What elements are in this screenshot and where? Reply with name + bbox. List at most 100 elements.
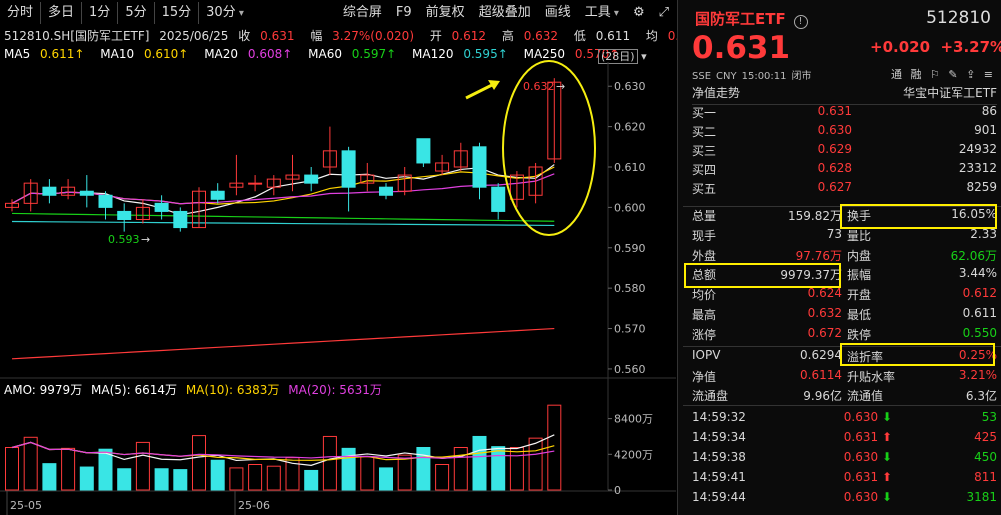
stat-value: 3.44% (958, 266, 997, 281)
arrow-down-icon: ⬇ (881, 490, 892, 504)
highlight-total-amount (684, 263, 841, 288)
y-tick-label: 0.570 (614, 323, 646, 336)
vol-tick-label: 4200万 (614, 448, 653, 461)
stat-row: 最高 0.632 最低 0.611 (692, 306, 997, 325)
volume-bar (117, 468, 132, 491)
chart-panel: 分时 多日 1分 5分 15分 30分 综合屏 F9 前复权 超级叠加 画线 工… (0, 0, 694, 515)
bid-row[interactable]: 买三 0.629 24932 (692, 142, 997, 161)
bid-row[interactable]: 买一 0.631 86 (692, 104, 997, 123)
tong-button[interactable]: 通 (891, 68, 902, 81)
candle-body (472, 146, 487, 188)
bid-row[interactable]: 买二 0.630 901 (692, 123, 997, 142)
bid-label: 买五 (692, 182, 717, 196)
volume-bar (266, 465, 281, 491)
highlight-turnover (840, 204, 997, 229)
candle-body (98, 194, 113, 208)
bid-price: 0.628 (817, 161, 852, 175)
tick-row: 14:59:38 0.630 ⬇ 450 (692, 450, 997, 469)
candle-body (248, 182, 263, 185)
bid-label: 买四 (692, 163, 717, 177)
ma60-line (11, 212, 555, 222)
volume-bar (42, 463, 57, 491)
share-icon[interactable]: ⇪ (966, 68, 975, 81)
candle-body (416, 138, 431, 164)
bid-label: 买三 (692, 144, 717, 158)
rong-button[interactable]: 融 (910, 68, 921, 81)
y-tick-label: 0.620 (614, 121, 646, 134)
iopv-value: 0.6294 (800, 348, 842, 362)
tick-time: 14:59:38 (692, 450, 746, 464)
volume-bar (341, 447, 356, 491)
index-name: 华宝中证军工ETF (903, 86, 997, 100)
stat-value: 97.76万 (795, 248, 842, 263)
iopv-label: 升贴水率 (847, 369, 896, 384)
stat-label: 内盘 (847, 248, 872, 263)
bid-row[interactable]: 买四 0.628 23312 (692, 161, 997, 180)
volume-bar (135, 441, 150, 491)
arrow-down-icon: ⬇ (881, 450, 892, 464)
amo-ma20: MA(20): 5631万 (288, 383, 382, 397)
stat-label: 跌停 (847, 327, 872, 342)
tick-row: 14:59:34 0.631 ⬆ 425 (692, 430, 997, 449)
bid-volume: 901 (974, 123, 997, 137)
arrow-up-icon: ⬆ (881, 470, 892, 484)
volume-legend: AMO: 9979万 MA(5): 6614万 MA(10): 6383万 MA… (4, 381, 387, 398)
stat-value: 0.550 (962, 325, 997, 340)
market-meta: SSE CNY 15:00:11 闭市 (692, 71, 812, 82)
y-tick-label: 0.600 (614, 201, 646, 214)
volume-bar (509, 447, 524, 491)
volume-bar (397, 454, 412, 491)
iopv-value: 0.6114 (800, 367, 842, 382)
volume-bar (23, 436, 38, 491)
x-tick-label: 25-05 (10, 499, 42, 512)
arrow-up-icon: ⬆ (881, 430, 892, 444)
tick-price: 0.630 ⬇ (843, 450, 892, 464)
volume-bar (304, 469, 319, 491)
bid-volume: 24932 (958, 142, 997, 156)
nav-trend-row[interactable]: 净值走势 华宝中证军工ETF (692, 84, 997, 105)
volume-bar (154, 468, 169, 491)
amo-value: AMO: 9979万 (4, 383, 83, 397)
candlestick-chart[interactable]: 0.630 0.620 0.610 0.600 0.590 0.580 0.570 0.560… (0, 0, 676, 515)
volume-bar (173, 469, 188, 491)
ma250-line (11, 327, 555, 360)
stat-row: 涨停 0.672 跌停 0.550 (692, 326, 997, 345)
tick-price: 0.631 ⬆ (843, 470, 892, 484)
y-tick-label: 0.610 (614, 161, 646, 174)
tick-volume: 53 (981, 410, 997, 424)
tick-price: 0.630 ⬇ (843, 410, 892, 424)
candle-body (379, 186, 393, 196)
vol-tick-label: 8400万 (614, 413, 653, 426)
y-tick-label: 0.580 (614, 282, 646, 295)
stat-label: 涨停 (692, 327, 717, 342)
volume-bar (360, 456, 375, 491)
edit-icon[interactable]: ✎ (948, 68, 957, 81)
iopv-row: 净值 0.6114 升贴水率 3.21% (692, 368, 997, 387)
quote-header: 国防军工ETF ! 512810 (695, 8, 995, 29)
bid-volume: 86 (981, 104, 997, 118)
quote-tools: 通 融 ⚐ ✎ ⇪ ≡ (886, 66, 993, 82)
menu-icon[interactable]: ≡ (984, 68, 993, 81)
bid-row[interactable]: 买五 0.627 8259 (692, 180, 997, 199)
amo-ma10: MA(10): 6383万 (185, 383, 280, 397)
stat-value: 0.632 (807, 306, 842, 320)
info-icon[interactable]: ! (793, 15, 808, 29)
arrow-down-icon: ⬇ (881, 410, 892, 424)
fund-name[interactable]: 国防军工ETF (695, 10, 786, 28)
tick-volume: 3181 (966, 490, 997, 504)
tick-row: 14:59:32 0.630 ⬇ 53 (692, 410, 997, 429)
alert-icon[interactable]: ⚐ (930, 68, 940, 81)
stat-row: 现手 73 量比 2.33 (692, 227, 997, 246)
stat-label: 总量 (692, 209, 717, 223)
candle-body (341, 150, 356, 188)
fund-code: 512810 (926, 8, 991, 28)
tick-time: 14:59:34 (692, 430, 746, 444)
high-annotation: 0.632 (523, 80, 555, 93)
stat-label: 现手 (692, 228, 717, 243)
stat-row: 均价 0.624 开盘 0.612 (692, 286, 997, 305)
candle-body (117, 210, 132, 221)
volume-bar (547, 404, 562, 491)
tick-row: 14:59:44 0.630 ⬇ 3181 (692, 490, 997, 509)
bid-price: 0.630 (817, 123, 852, 137)
volume-bar (416, 447, 431, 491)
